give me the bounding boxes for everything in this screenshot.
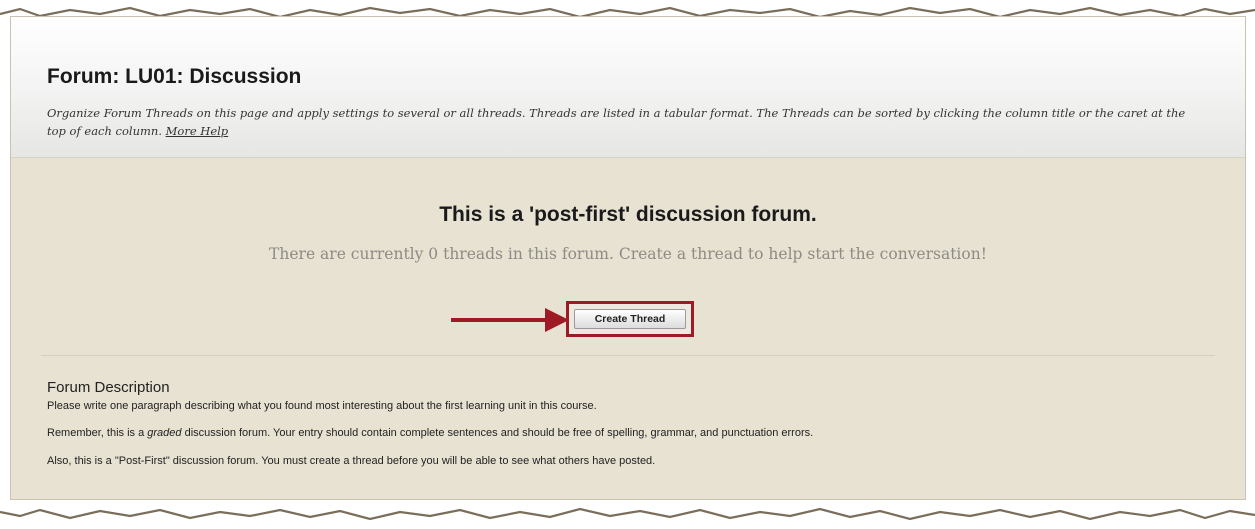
description-paragraph: Please write one paragraph describing wh… [47,399,1217,413]
description-text: Remember, this is a [47,427,148,439]
create-thread-callout: Create Thread [11,301,1245,341]
description-emphasis: graded [147,427,182,439]
page-title: Forum: LU01: Discussion [47,65,302,88]
forum-panel: Forum: LU01: Discussion Organize Forum T… [10,16,1246,500]
section-divider [41,355,1215,356]
description-paragraph: Also, this is a "Post-First" discussion … [47,454,1217,468]
description-text: Also, this is a "Post-First" discussion … [47,455,656,467]
arrow-right-icon [451,308,569,332]
description-paragraph: Remember, this is a graded discussion fo… [47,426,1217,440]
description-text: Please write one paragraph describing wh… [47,400,597,412]
forum-description-heading: Forum Description [47,379,170,396]
forum-description-body: Please write one paragraph describing wh… [47,399,1217,482]
page-intro: Organize Forum Threads on this page and … [47,104,1197,140]
torn-paper-bottom-edge [0,507,1255,529]
no-threads-message: There are currently 0 threads in this fo… [269,245,987,263]
post-first-notice-title: This is a 'post-first' discussion forum. [439,203,817,226]
highlight-box: Create Thread [566,301,694,337]
create-thread-button[interactable]: Create Thread [574,309,686,329]
description-text: discussion forum. Your entry should cont… [181,427,814,439]
more-help-link[interactable]: More Help [166,124,229,138]
